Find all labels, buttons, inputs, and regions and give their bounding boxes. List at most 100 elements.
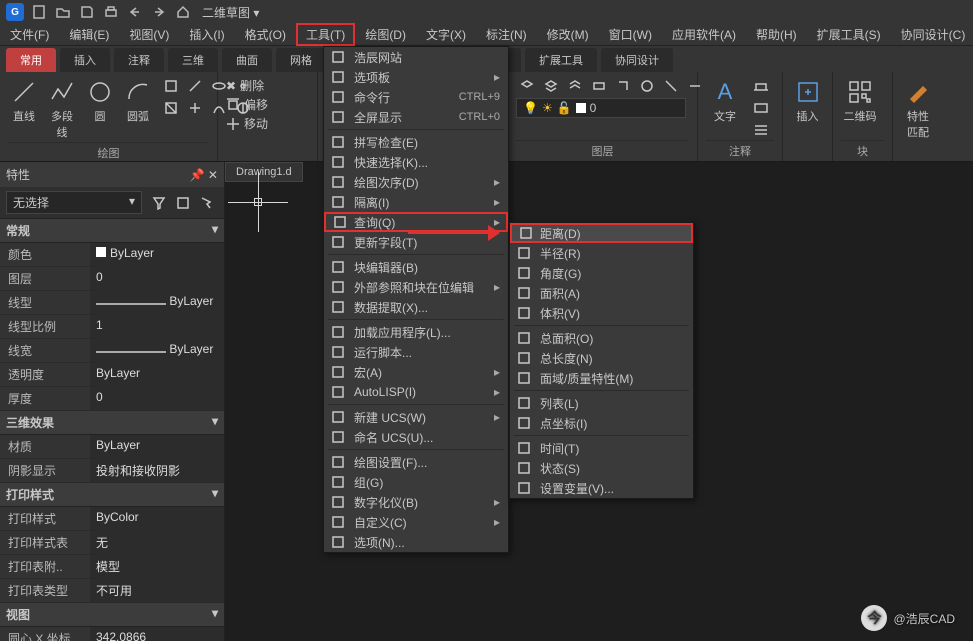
menu-item[interactable]: 隔离(I)▸ (324, 192, 508, 212)
menu-item[interactable]: 绘图设置(F)... (324, 452, 508, 472)
menu-item[interactable]: 修改(M) (537, 23, 599, 46)
ribbon-tab[interactable]: 三维 (168, 48, 218, 72)
menu-item[interactable]: 帮助(H) (746, 23, 807, 46)
menu-item[interactable]: 视图(V) (119, 23, 179, 46)
menu-item[interactable]: 协同设计(C) (891, 23, 973, 46)
undo-icon[interactable] (126, 3, 144, 21)
ribbon-tab[interactable]: 网格 (276, 48, 326, 72)
menu-item[interactable]: 数据提取(X)... (324, 297, 508, 317)
category-header[interactable]: 视图▾ (0, 603, 224, 627)
ribbon-tab[interactable]: 常用 (6, 48, 56, 72)
property-row[interactable]: 透明度ByLayer (0, 363, 224, 387)
menu-item[interactable]: 应用软件(A) (662, 23, 746, 46)
ribbon-tab[interactable]: 扩展工具 (525, 48, 597, 72)
quickselect-icon[interactable] (148, 193, 170, 213)
property-row[interactable]: 圆心 X 坐标342.0866 (0, 627, 224, 641)
menu-item[interactable]: 外部参照和块在位编辑▸ (324, 277, 508, 297)
pickadd-icon[interactable] (196, 193, 218, 213)
workspace-dropdown[interactable]: 二维草图 ▾ (202, 4, 259, 21)
menu-item[interactable]: 文件(F) (0, 23, 59, 46)
menu-item[interactable]: 文字(X) (416, 23, 476, 46)
redo-icon[interactable] (150, 3, 168, 21)
new-icon[interactable] (30, 3, 48, 21)
menu-item[interactable]: 窗口(W) (599, 23, 662, 46)
menu-item[interactable]: 宏(A)▸ (324, 362, 508, 382)
property-row[interactable]: 图层0 (0, 267, 224, 291)
menu-item[interactable]: 绘图次序(D)▸ (324, 172, 508, 192)
menu-item[interactable]: 点坐标(I) (510, 413, 693, 433)
menu-item[interactable]: 设置变量(V)... (510, 478, 693, 498)
menu-item[interactable]: 更新字段(T) (324, 232, 508, 252)
menu-item[interactable]: 新建 UCS(W)▸ (324, 407, 508, 427)
menu-item[interactable]: 查询(Q)▸ (324, 212, 508, 232)
menu-item[interactable]: 总长度(N) (510, 348, 693, 368)
menu-item[interactable]: 面域/质量特性(M) (510, 368, 693, 388)
ribbon-tab[interactable]: 协同设计 (601, 48, 673, 72)
property-row[interactable]: 打印样式表无 (0, 531, 224, 555)
menu-item[interactable]: 拼写检查(E) (324, 132, 508, 152)
menu-item[interactable]: 快速选择(K)... (324, 152, 508, 172)
menu-item[interactable]: 列表(L) (510, 393, 693, 413)
print-icon[interactable] (102, 3, 120, 21)
menu-item[interactable]: 数字化仪(B)▸ (324, 492, 508, 512)
property-row[interactable]: 颜色ByLayer (0, 243, 224, 267)
menu-item[interactable]: 命令行CTRL+9 (324, 87, 508, 107)
menu-item[interactable]: 面积(A) (510, 283, 693, 303)
menu-item[interactable]: 体积(V) (510, 303, 693, 323)
layer-combo[interactable]: 💡 ☀ 🔓 0 (516, 98, 686, 118)
ribbon-tab[interactable]: 插入 (60, 48, 110, 72)
property-row[interactable]: 线型比例1 (0, 315, 224, 339)
property-row[interactable]: 打印样式ByColor (0, 507, 224, 531)
save-icon[interactable] (78, 3, 96, 21)
selection-dropdown[interactable]: 无选择▾ (6, 191, 142, 214)
category-header[interactable]: 常规▾ (0, 219, 224, 243)
menu-item[interactable]: 状态(S) (510, 458, 693, 478)
delete-button[interactable]: ✖删除 (226, 76, 264, 95)
menu-item[interactable]: 组(G) (324, 472, 508, 492)
menu-item[interactable]: 选项板▸ (324, 67, 508, 87)
menu-item[interactable]: 全屏显示CTRL+0 (324, 107, 508, 127)
home-icon[interactable] (174, 3, 192, 21)
menu-item[interactable]: 浩辰网站 (324, 47, 508, 67)
property-row[interactable]: 材质ByLayer (0, 435, 224, 459)
matchprops-button[interactable]: 特性匹配 (901, 76, 935, 142)
open-icon[interactable] (54, 3, 72, 21)
menu-item[interactable]: 自定义(C)▸ (324, 512, 508, 532)
menu-item[interactable]: 时间(T) (510, 438, 693, 458)
menu-item[interactable]: 扩展工具(S) (807, 23, 891, 46)
menu-item[interactable]: 运行脚本... (324, 342, 508, 362)
category-header[interactable]: 打印样式▾ (0, 483, 224, 507)
menu-item[interactable]: 绘图(D) (355, 23, 416, 46)
line-button[interactable]: 直线 (8, 76, 40, 126)
property-row[interactable]: 线宽 ByLayer (0, 339, 224, 363)
move-button[interactable]: 移动 (226, 114, 268, 133)
circle-button[interactable]: 圆 (84, 76, 116, 126)
property-row[interactable]: 打印表附..模型 (0, 555, 224, 579)
menu-item[interactable]: 角度(G) (510, 263, 693, 283)
menu-item[interactable]: 格式(O) (235, 23, 296, 46)
offset-button[interactable]: 偏移 (226, 95, 268, 114)
document-tab[interactable]: Drawing1.d (225, 162, 303, 182)
menu-item[interactable]: 距离(D) (510, 223, 693, 243)
property-row[interactable]: 打印表类型不可用 (0, 579, 224, 603)
pin-icon[interactable]: 📌 ✕ (190, 168, 218, 182)
menu-item[interactable]: 半径(R) (510, 243, 693, 263)
ribbon-tab[interactable]: 注释 (114, 48, 164, 72)
select-icon[interactable] (172, 193, 194, 213)
menu-item[interactable]: 标注(N) (476, 23, 537, 46)
category-header[interactable]: 三维效果▾ (0, 411, 224, 435)
property-row[interactable]: 阴影显示投射和接收阴影 (0, 459, 224, 483)
text-button[interactable]: A文字 (706, 76, 744, 126)
menu-item[interactable]: 命名 UCS(U)... (324, 427, 508, 447)
menu-item[interactable]: 插入(I) (179, 23, 234, 46)
layer-icon[interactable] (516, 76, 538, 96)
menu-item[interactable]: 块编辑器(B) (324, 257, 508, 277)
menu-item[interactable]: 工具(T) (296, 23, 355, 46)
polyline-button[interactable]: 多段线 (46, 76, 78, 142)
menu-item[interactable]: 加载应用程序(L)... (324, 322, 508, 342)
ribbon-tab[interactable]: 曲面 (222, 48, 272, 72)
property-row[interactable]: 厚度0 (0, 387, 224, 411)
menu-item[interactable]: 编辑(E) (59, 23, 119, 46)
menu-item[interactable]: AutoLISP(I)▸ (324, 382, 508, 402)
menu-item[interactable]: 选项(N)... (324, 532, 508, 552)
